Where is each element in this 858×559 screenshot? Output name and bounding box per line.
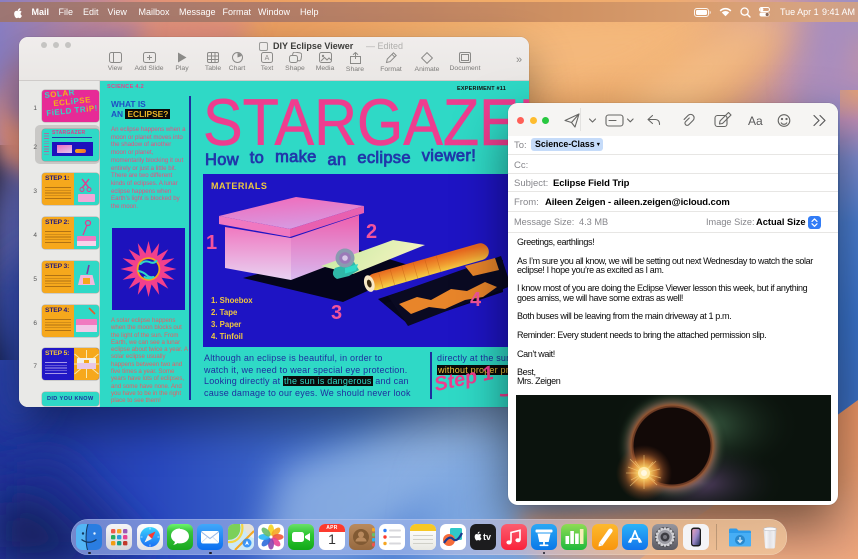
svg-text:1. Shoebox: 1. Shoebox — [211, 296, 253, 305]
svg-text:A: A — [265, 55, 270, 62]
svg-text:1: 1 — [206, 232, 217, 254]
svg-text:Aa: Aa — [748, 114, 763, 128]
svg-text:4. Tinfoil: 4. Tinfoil — [211, 332, 243, 341]
svg-text:3: 3 — [331, 302, 342, 324]
svg-text:3. Paper: 3. Paper — [211, 320, 241, 329]
svg-text:2: 2 — [366, 221, 377, 243]
svg-text:tv: tv — [483, 532, 491, 542]
svg-text:2. Tape: 2. Tape — [211, 308, 238, 317]
svg-text:MATERIALS: MATERIALS — [211, 181, 267, 191]
svg-text:4: 4 — [470, 289, 482, 311]
